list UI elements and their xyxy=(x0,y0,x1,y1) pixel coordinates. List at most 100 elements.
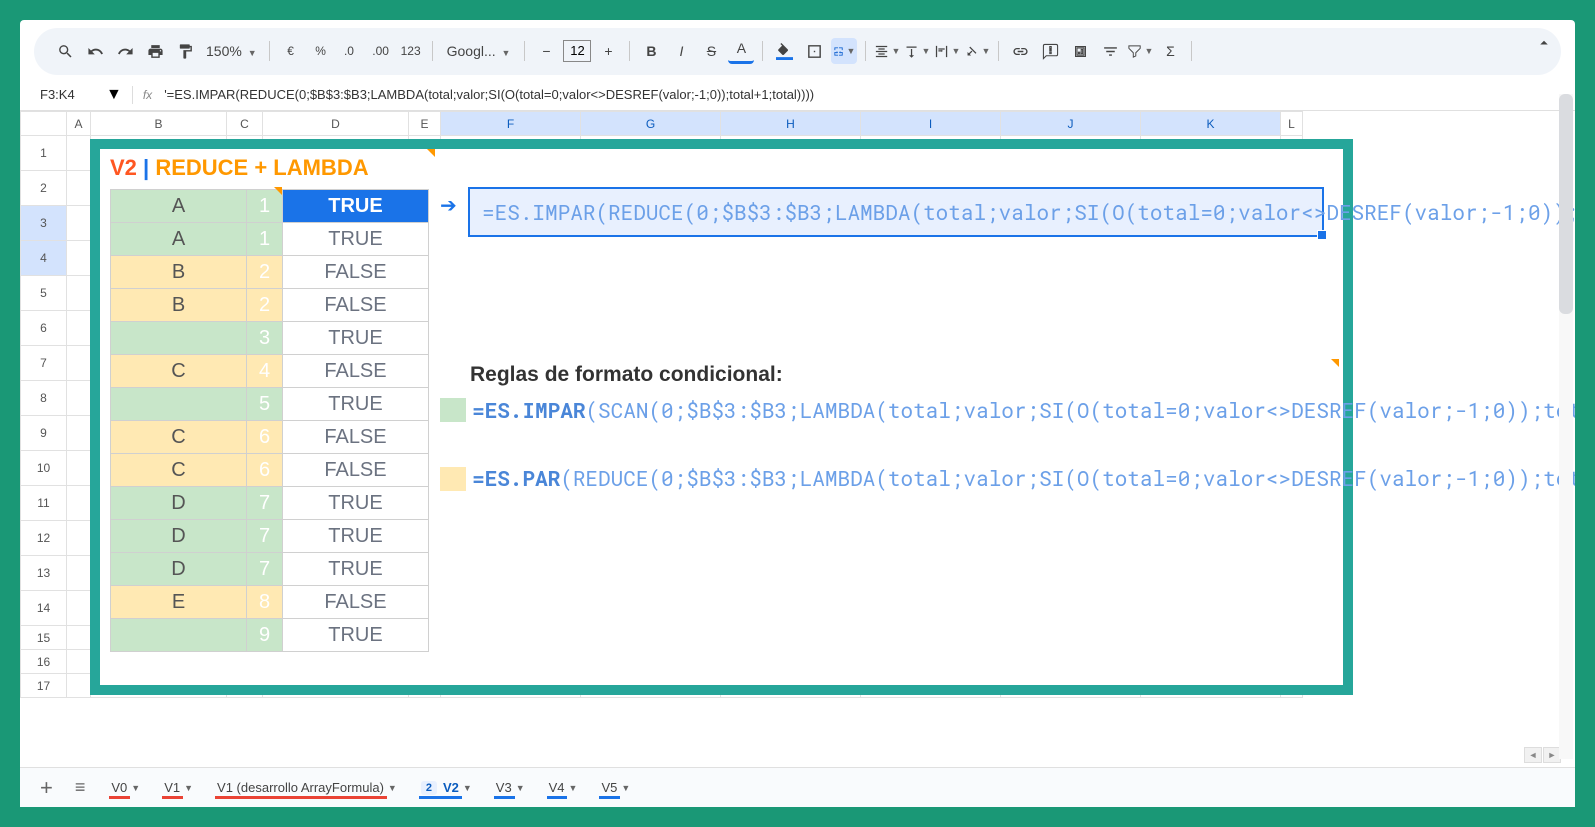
chart-icon[interactable] xyxy=(1067,38,1093,64)
cell-b[interactable] xyxy=(111,619,247,652)
cell-c[interactable]: 6 xyxy=(247,454,283,487)
strikethrough-icon[interactable]: S xyxy=(698,38,724,64)
link-icon[interactable] xyxy=(1007,38,1033,64)
cell-b[interactable]: C xyxy=(111,454,247,487)
paint-format-icon[interactable] xyxy=(172,38,198,64)
all-sheets-button[interactable]: ≡ xyxy=(67,777,94,798)
cell-c[interactable]: 7 xyxy=(247,553,283,586)
cell-c[interactable]: 7 xyxy=(247,520,283,553)
redo-icon[interactable] xyxy=(112,38,138,64)
cell-d[interactable]: TRUE xyxy=(283,487,429,520)
bold-icon[interactable]: B xyxy=(638,38,664,64)
cell-c[interactable]: 7 xyxy=(247,487,283,520)
increase-decimal-icon[interactable]: .00 xyxy=(368,38,394,64)
align-icon[interactable]: ▼ xyxy=(874,38,900,64)
cell-d[interactable]: TRUE xyxy=(283,190,429,223)
row-header[interactable]: 12 xyxy=(21,521,67,556)
cell-b[interactable] xyxy=(111,322,247,355)
row-header[interactable]: 9 xyxy=(21,416,67,451)
col-header[interactable]: H xyxy=(721,112,861,136)
italic-icon[interactable]: I xyxy=(668,38,694,64)
cell-b[interactable]: B xyxy=(111,256,247,289)
grid-area[interactable]: A B C D E F G H I J K L 1234567891011121… xyxy=(20,111,1575,767)
row-header[interactable]: 16 xyxy=(21,650,67,674)
cell-d[interactable]: FALSE xyxy=(283,421,429,454)
cell-b[interactable]: D xyxy=(111,487,247,520)
wrap-icon[interactable]: ▼ xyxy=(934,38,960,64)
borders-icon[interactable] xyxy=(801,38,827,64)
comment-icon[interactable] xyxy=(1037,38,1063,64)
horizontal-scroll[interactable]: ◄ ► xyxy=(1524,747,1561,763)
number-format-icon[interactable]: 123 xyxy=(398,38,424,64)
cell-c[interactable]: 2 xyxy=(247,289,283,322)
row-header[interactable]: 3 xyxy=(21,206,67,241)
cell-c[interactable]: 8 xyxy=(247,586,283,619)
select-all-corner[interactable] xyxy=(21,112,67,136)
sheet-tab[interactable]: V5▼ xyxy=(589,774,642,801)
search-icon[interactable] xyxy=(52,38,78,64)
col-header[interactable]: C xyxy=(227,112,263,136)
decrease-decimal-icon[interactable]: .0 xyxy=(338,38,364,64)
cell-b[interactable]: D xyxy=(111,553,247,586)
text-color-icon[interactable]: A xyxy=(728,38,754,64)
row-header[interactable]: 14 xyxy=(21,591,67,626)
cell-d[interactable]: FALSE xyxy=(283,289,429,322)
cell-b[interactable]: A xyxy=(111,190,247,223)
cell-d[interactable]: TRUE xyxy=(283,520,429,553)
filter-icon[interactable] xyxy=(1097,38,1123,64)
toolbar-collapse-icon[interactable] xyxy=(1535,34,1553,57)
row-header[interactable]: 2 xyxy=(21,171,67,206)
col-header[interactable]: L xyxy=(1281,112,1303,136)
cell-d[interactable]: TRUE xyxy=(283,223,429,256)
cell-c[interactable]: 5 xyxy=(247,388,283,421)
col-header[interactable]: I xyxy=(861,112,1001,136)
fill-color-icon[interactable] xyxy=(771,38,797,64)
cell-c[interactable]: 1 xyxy=(247,223,283,256)
cell-b[interactable]: A xyxy=(111,223,247,256)
add-sheet-button[interactable]: + xyxy=(32,775,61,801)
sheet-tab[interactable]: V1▼ xyxy=(152,774,205,801)
cell-c[interactable]: 2 xyxy=(247,256,283,289)
cell-b[interactable] xyxy=(111,388,247,421)
font-size-increase-icon[interactable]: + xyxy=(595,38,621,64)
cell-c[interactable]: 3 xyxy=(247,322,283,355)
col-header[interactable]: F xyxy=(441,112,581,136)
cell-c[interactable]: 4 xyxy=(247,355,283,388)
formula-bar-input[interactable]: '=ES.IMPAR(REDUCE(0;$B$3:$B3;LAMBDA(tota… xyxy=(162,85,1557,104)
filter-views-icon[interactable]: ▼ xyxy=(1127,38,1153,64)
col-header[interactable]: B xyxy=(91,112,227,136)
vertical-scrollbar[interactable] xyxy=(1559,94,1573,759)
cell-c[interactable]: 9 xyxy=(247,619,283,652)
font-size-decrease-icon[interactable]: − xyxy=(533,38,559,64)
cell-b[interactable]: B xyxy=(111,289,247,322)
row-header[interactable]: 13 xyxy=(21,556,67,591)
valign-icon[interactable]: ▼ xyxy=(904,38,930,64)
col-header[interactable]: A xyxy=(67,112,91,136)
col-header[interactable]: D xyxy=(263,112,409,136)
print-icon[interactable] xyxy=(142,38,168,64)
cell-b[interactable]: C xyxy=(111,421,247,454)
cell-d[interactable]: FALSE xyxy=(283,454,429,487)
row-header[interactable]: 7 xyxy=(21,346,67,381)
row-header[interactable]: 1 xyxy=(21,136,67,171)
merge-cells-icon[interactable]: ▼ xyxy=(831,38,857,64)
row-header[interactable]: 11 xyxy=(21,486,67,521)
sheet-tab[interactable]: 2V2▼ xyxy=(409,774,484,801)
functions-icon[interactable]: Σ xyxy=(1157,38,1183,64)
row-header[interactable]: 4 xyxy=(21,241,67,276)
name-box-dropdown-icon[interactable]: ▼ xyxy=(106,86,122,104)
cell-b[interactable]: E xyxy=(111,586,247,619)
font-family-select[interactable]: Googl... ▼ xyxy=(441,43,517,59)
cell-d[interactable]: TRUE xyxy=(283,322,429,355)
currency-icon[interactable]: € xyxy=(278,38,304,64)
row-header[interactable]: 17 xyxy=(21,674,67,698)
cell-d[interactable]: FALSE xyxy=(283,355,429,388)
row-header[interactable]: 10 xyxy=(21,451,67,486)
cell-d[interactable]: FALSE xyxy=(283,256,429,289)
formula-display-box[interactable]: =ES.IMPAR(REDUCE(0;$B$3:$B3;LAMBDA(total… xyxy=(468,187,1324,237)
scroll-thumb[interactable] xyxy=(1559,94,1573,314)
percent-icon[interactable]: % xyxy=(308,38,334,64)
font-size-input[interactable]: 12 xyxy=(563,40,591,62)
cell-c[interactable]: 6 xyxy=(247,421,283,454)
sheet-tab[interactable]: V3▼ xyxy=(484,774,537,801)
